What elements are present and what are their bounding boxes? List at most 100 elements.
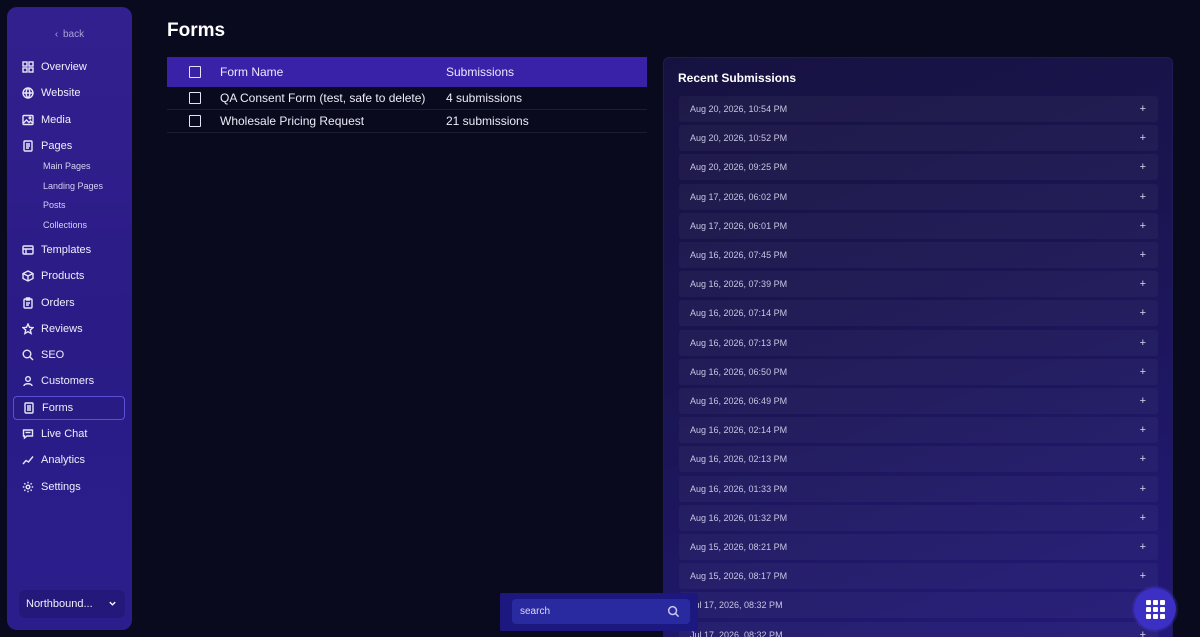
expand-icon[interactable]: + — [1140, 191, 1146, 203]
recent-submissions-panel: Recent Submissions Aug 20, 2026, 10:54 P… — [663, 57, 1173, 637]
expand-icon[interactable]: + — [1140, 278, 1146, 290]
expand-icon[interactable]: + — [1140, 395, 1146, 407]
column-header-form-name[interactable]: Form Name — [220, 65, 446, 79]
sidebar-item-label: Live Chat — [41, 428, 88, 440]
submission-row[interactable]: Aug 16, 2026, 02:14 PM + — [679, 417, 1158, 443]
sidebar-subitem-main-pages[interactable]: Main Pages — [43, 161, 91, 171]
sidebar-item-live-chat[interactable]: Live Chat — [13, 422, 125, 446]
submission-date: Aug 16, 2026, 01:32 PM — [690, 512, 788, 523]
row-checkbox[interactable] — [188, 92, 201, 104]
submission-row[interactable]: Aug 16, 2026, 07:13 PM + — [679, 330, 1158, 356]
sidebar-subitem-posts[interactable]: Posts — [43, 200, 66, 210]
search-bar: search — [500, 593, 698, 631]
submission-row[interactable]: Aug 16, 2026, 06:49 PM + — [679, 388, 1158, 414]
sidebar-item-overview[interactable]: Overview — [13, 55, 125, 79]
row-checkbox[interactable] — [188, 115, 201, 127]
sidebar-item-label: Forms — [42, 402, 74, 414]
expand-icon[interactable]: + — [1140, 483, 1146, 495]
submission-row[interactable]: Aug 16, 2026, 02:13 PM + — [679, 446, 1158, 472]
search-input[interactable]: search — [512, 599, 690, 624]
chevron-down-icon — [108, 599, 117, 610]
recent-submissions-title: Recent Submissions — [678, 71, 797, 85]
submissions-cell: 4 submissions — [446, 91, 523, 105]
column-header-submissions[interactable]: Submissions — [446, 65, 647, 79]
table-header: Form Name Submissions — [167, 57, 647, 87]
sidebar-subitem-landing-pages[interactable]: Landing Pages — [43, 181, 103, 191]
image-icon — [22, 114, 34, 126]
submission-row[interactable]: Jul 17, 2026, 08:32 PM+ — [679, 592, 1158, 618]
form-name-cell[interactable]: QA Consent Form (test, safe to delete) — [220, 91, 446, 105]
submission-date: Aug 16, 2026, 01:33 PM — [690, 483, 788, 494]
submission-row[interactable]: Aug 16, 2026, 06:50 PM + — [679, 359, 1158, 385]
chat-icon — [22, 428, 34, 440]
sidebar-item-products[interactable]: Products — [13, 264, 125, 288]
submission-row[interactable]: Aug 20, 2026, 10:54 PM + — [679, 96, 1158, 122]
submission-row[interactable]: Aug 16, 2026, 07:39 PM + — [679, 271, 1158, 297]
submission-row[interactable]: Aug 17, 2026, 06:01 PM + — [679, 213, 1158, 239]
chart-icon — [22, 454, 34, 466]
expand-icon[interactable]: + — [1140, 570, 1146, 582]
back-label: back — [63, 29, 85, 40]
table-row[interactable]: QA Consent Form (test, safe to delete) 4… — [167, 87, 647, 110]
sidebar-subitem-collections[interactable]: Collections — [43, 220, 87, 230]
select-all-checkbox[interactable] — [188, 66, 201, 78]
sidebar-item-templates[interactable]: Templates — [13, 238, 125, 262]
expand-icon[interactable]: + — [1140, 103, 1146, 115]
submission-row[interactable]: Aug 20, 2026, 09:25 PM + — [679, 154, 1158, 180]
sidebar-item-orders[interactable]: Orders — [13, 291, 125, 315]
submission-row[interactable]: Aug 16, 2026, 01:33 PM + — [679, 476, 1158, 502]
workspace-name: Northbound... — [26, 598, 93, 610]
expand-icon[interactable]: + — [1140, 220, 1146, 232]
sidebar-item-customers[interactable]: Customers — [13, 369, 125, 393]
submission-row[interactable]: Aug 15, 2026, 08:21 PM + — [679, 534, 1158, 560]
expand-icon[interactable]: + — [1140, 161, 1146, 173]
table-row[interactable]: Wholesale Pricing Request 21 submissions — [167, 110, 647, 133]
sidebar-item-settings[interactable]: Settings — [13, 475, 125, 499]
expand-icon[interactable]: + — [1140, 249, 1146, 261]
back-link[interactable]: ‹ back — [7, 29, 132, 40]
expand-icon[interactable]: + — [1140, 366, 1146, 378]
expand-icon[interactable]: + — [1140, 453, 1146, 465]
submission-date: Jul 17, 2026, 08:32 PM — [690, 600, 783, 611]
submissions-cell: 21 submissions — [446, 114, 529, 128]
submission-row[interactable]: Aug 16, 2026, 01:32 PM + — [679, 505, 1158, 531]
apps-grid-button[interactable] — [1134, 588, 1176, 630]
expand-icon[interactable]: + — [1140, 512, 1146, 524]
submission-row[interactable]: Aug 15, 2026, 08:17 PM + — [679, 563, 1158, 589]
user-icon — [22, 375, 34, 387]
workspace-switcher[interactable]: Northbound... — [19, 590, 125, 618]
expand-icon[interactable]: + — [1140, 424, 1146, 436]
expand-icon[interactable]: + — [1140, 132, 1146, 144]
expand-icon[interactable]: + — [1140, 629, 1146, 637]
submission-row[interactable]: Aug 17, 2026, 06:02 PM + — [679, 184, 1158, 210]
sidebar-item-reviews[interactable]: Reviews — [13, 317, 125, 341]
form-name-cell[interactable]: Wholesale Pricing Request — [220, 114, 446, 128]
sidebar-item-label: Settings — [41, 481, 81, 493]
search-icon[interactable] — [667, 605, 680, 618]
sidebar-item-pages[interactable]: Pages — [13, 134, 125, 158]
sidebar-item-label: SEO — [41, 349, 65, 361]
submission-date: Aug 15, 2026, 08:17 PM — [690, 571, 788, 582]
submission-date: Jul 17, 2026, 08:32 PM — [690, 629, 783, 637]
submission-row[interactable]: Aug 16, 2026, 07:14 PM + — [679, 300, 1158, 326]
sidebar-item-label: Overview — [41, 61, 87, 73]
sidebar-item-analytics[interactable]: Analytics — [13, 448, 125, 472]
sidebar-item-media[interactable]: Media — [13, 108, 125, 132]
sidebar-item-website[interactable]: Website — [13, 81, 125, 105]
globe-icon — [22, 87, 34, 99]
form-icon — [23, 402, 35, 414]
expand-icon[interactable]: + — [1140, 541, 1146, 553]
submission-date: Aug 20, 2026, 10:54 PM — [690, 104, 788, 114]
sidebar-item-label: Templates — [41, 244, 92, 256]
sidebar-item-forms[interactable]: Forms — [13, 396, 125, 420]
expand-icon[interactable]: + — [1140, 337, 1146, 349]
submission-row[interactable]: Aug 16, 2026, 07:45 PM + — [679, 242, 1158, 268]
sidebar-item-seo[interactable]: SEO — [13, 343, 125, 367]
submission-row[interactable]: Jul 17, 2026, 08:32 PM + — [679, 622, 1158, 637]
sidebar-item-label: Orders — [41, 297, 75, 309]
sidebar: ‹ back Overview Website Media Pages Template… — [7, 7, 132, 630]
submission-date: Aug 16, 2026, 02:14 PM — [690, 425, 788, 436]
submission-row[interactable]: Aug 20, 2026, 10:52 PM + — [679, 125, 1158, 151]
sidebar-item-label: Website — [41, 87, 81, 99]
expand-icon[interactable]: + — [1140, 307, 1146, 319]
